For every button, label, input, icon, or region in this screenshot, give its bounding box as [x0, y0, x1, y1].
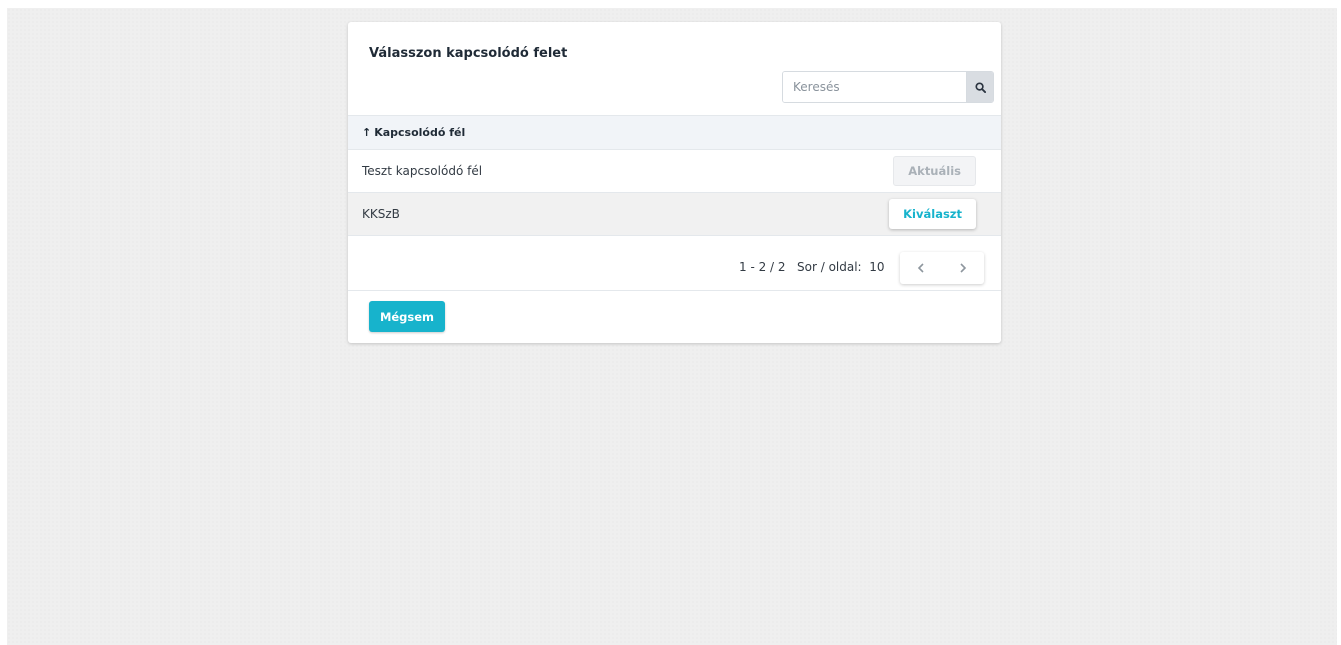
select-party-dialog: Válasszon kapcsolódó felet ↑ Kapcsolódó …	[348, 22, 1001, 343]
search-icon	[974, 81, 986, 93]
prev-page-button[interactable]	[900, 252, 942, 284]
cancel-button[interactable]: Mégsem	[369, 301, 445, 332]
current-button: Aktuális	[893, 156, 976, 186]
row-party-name: KKSzB	[362, 207, 400, 221]
select-button[interactable]: Kiválaszt	[889, 199, 976, 229]
table-row: KKSzB Kiválaszt	[348, 193, 1001, 236]
row-party-name: Teszt kapcsolódó fél	[362, 164, 483, 178]
dialog-title: Válasszon kapcsolódó felet	[369, 46, 568, 61]
search-input[interactable]	[783, 72, 966, 102]
next-page-button[interactable]	[942, 252, 984, 284]
page-nav	[900, 252, 984, 284]
search-button[interactable]	[966, 72, 993, 102]
column-header-party[interactable]: ↑ Kapcsolódó fél	[348, 115, 1001, 150]
sort-ascending-icon: ↑	[362, 126, 372, 139]
chevron-left-icon	[917, 263, 924, 273]
pagination-bar: 1 - 2 / 2 Sor / oldal: 10	[348, 236, 1001, 291]
table-row: Teszt kapcsolódó fél Aktuális	[348, 150, 1001, 193]
column-header-label: Kapcsolódó fél	[374, 126, 466, 139]
page-range: 1 - 2 / 2	[739, 260, 786, 274]
rows-per-page[interactable]: Sor / oldal: 10	[797, 260, 885, 274]
chevron-right-icon	[960, 263, 967, 273]
search-box	[782, 71, 994, 103]
